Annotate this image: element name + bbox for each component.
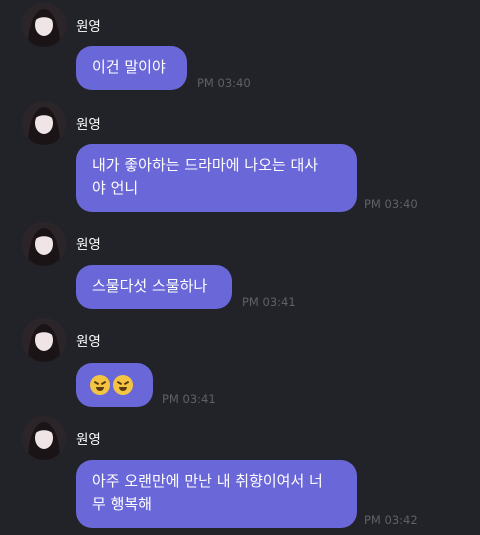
message-bubble[interactable]: 이건 말이야 (76, 46, 187, 90)
avatar[interactable] (22, 3, 66, 47)
timestamp: PM 03:41 (242, 295, 296, 309)
message-bubble[interactable] (76, 363, 153, 407)
avatar[interactable] (22, 416, 66, 460)
message-text-line: 아주 오랜만에 만난 내 취향이여서 너 (92, 472, 323, 490)
sender-name: 원영 (76, 117, 101, 133)
timestamp: PM 03:42 (364, 513, 418, 527)
message-text-line: 내가 좋아하는 드라마에 나오는 대사 (92, 156, 319, 174)
timestamp: PM 03:40 (197, 76, 251, 90)
sender-name: 원영 (76, 237, 101, 253)
message-bubble[interactable]: 아주 오랜만에 만난 내 취향이여서 너 무 행복해 (76, 460, 357, 528)
avatar[interactable] (22, 318, 66, 362)
persevering-face-icon (90, 374, 110, 395)
persevering-face-icon (113, 374, 133, 395)
message-text: 스물다섯 스물하나 (92, 277, 208, 295)
sender-name: 원영 (76, 334, 101, 350)
message-bubble[interactable]: 내가 좋아하는 드라마에 나오는 대사 야 언니 (76, 144, 357, 212)
timestamp: PM 03:40 (364, 197, 418, 211)
message-text-line: 무 행복해 (92, 495, 152, 513)
message-text-line: 야 언니 (92, 179, 139, 197)
sender-name: 원영 (76, 19, 101, 35)
avatar[interactable] (22, 101, 66, 145)
avatar[interactable] (22, 222, 66, 266)
sender-name: 원영 (76, 432, 101, 448)
message-text: 이건 말이야 (92, 58, 166, 76)
message-bubble[interactable]: 스물다섯 스물하나 (76, 265, 232, 309)
chat-thread: 원영 이건 말이야 PM 03:40 원영 내가 좋아하는 드라마에 나오는 대… (0, 0, 480, 535)
timestamp: PM 03:41 (162, 392, 216, 406)
